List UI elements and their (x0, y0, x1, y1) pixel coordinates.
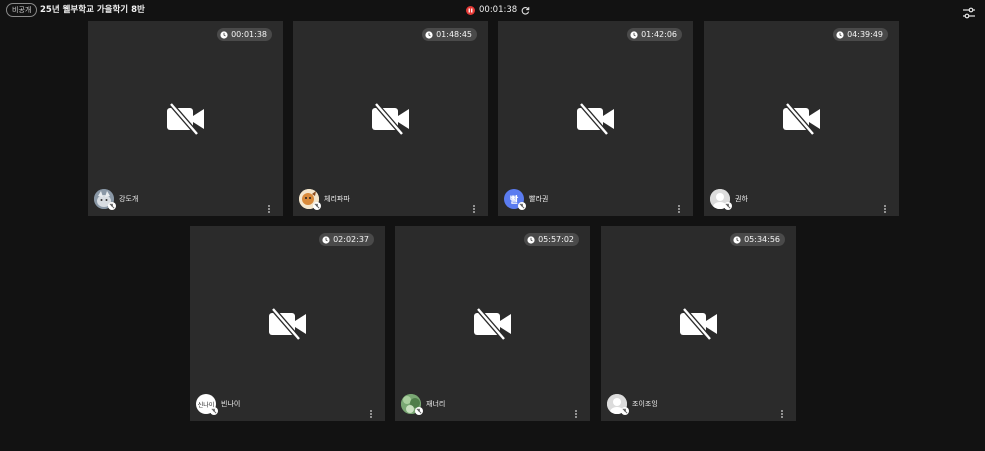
more-options-icon[interactable] (676, 199, 682, 213)
visibility-badge: 비공개 (6, 3, 38, 17)
participant-name: 빈나이 (221, 400, 241, 408)
timer-pill: 00:01:38 (217, 28, 272, 41)
video-off-icon (575, 102, 617, 136)
participant-tile[interactable]: 05:57:02 재너리 (395, 226, 590, 421)
avatar (401, 394, 423, 415)
timer-text: 05:34:56 (744, 235, 780, 244)
avatar-initial: 빨 (509, 195, 519, 206)
clock-icon (425, 30, 433, 39)
more-options-icon[interactable] (882, 199, 888, 213)
recording-time: 00:01:38 (479, 5, 518, 15)
participant-name: 강도개 (119, 195, 139, 203)
participant-name: 빨라권 (529, 195, 549, 203)
video-off-icon (370, 102, 412, 136)
video-off-icon (267, 307, 309, 341)
mic-off-icon (313, 202, 321, 210)
participant-name: 조이조잉 (632, 400, 658, 408)
recording-pause-icon[interactable] (466, 5, 475, 15)
participant-tile[interactable]: 02:02:37 신나이 빈나이 (190, 226, 385, 421)
video-off-icon (678, 307, 720, 341)
video-off-icon (781, 102, 823, 136)
more-options-icon[interactable] (368, 404, 374, 418)
avatar (94, 189, 116, 210)
participant-tile[interactable]: 00:01:38 강도개 (88, 21, 283, 216)
avatar: 신나이 (196, 394, 218, 415)
participant-name: 체리파파 (324, 195, 350, 203)
avatar (299, 189, 321, 210)
avatar: 빨 (504, 189, 526, 210)
mic-off-icon (108, 202, 116, 210)
timer-pill: 05:57:02 (524, 233, 579, 246)
more-options-icon[interactable] (266, 199, 272, 213)
more-options-icon[interactable] (779, 404, 785, 418)
clock-icon (527, 235, 535, 244)
mic-off-icon (210, 407, 218, 415)
more-options-icon[interactable] (471, 199, 477, 213)
participant-tile[interactable]: 01:42:06 빨 빨라권 (498, 21, 693, 216)
timer-pill: 02:02:37 (319, 233, 374, 246)
participant-name: 재너리 (426, 400, 446, 408)
recording-indicator: 00:01:38 (466, 4, 530, 16)
timer-text: 01:48:45 (436, 30, 472, 39)
clock-icon (733, 235, 741, 244)
timer-text: 00:01:38 (231, 30, 267, 39)
timer-pill: 05:34:56 (730, 233, 785, 246)
room-title: 25년 웰부학교 가을학기 8반 (40, 5, 145, 15)
mic-off-icon (415, 407, 423, 415)
clock-icon (630, 30, 638, 39)
participant-tile[interactable]: 05:34:56 조이조잉 (601, 226, 796, 421)
mic-off-icon (724, 202, 732, 210)
video-off-icon (472, 307, 514, 341)
clock-icon (322, 235, 330, 244)
timer-pill: 01:48:45 (422, 28, 477, 41)
refresh-icon[interactable] (521, 6, 530, 15)
participant-tile[interactable]: 04:39:49 권하 (704, 21, 899, 216)
more-options-icon[interactable] (573, 404, 579, 418)
timer-pill: 01:42:06 (627, 28, 682, 41)
participant-tile[interactable]: 01:48:45 체리파파 (293, 21, 488, 216)
avatar (607, 394, 629, 415)
timer-text: 01:42:06 (641, 30, 677, 39)
timer-text: 04:39:49 (847, 30, 883, 39)
top-bar: 비공개 25년 웰부학교 가을학기 8반 00:01:38 (0, 0, 985, 20)
clock-icon (836, 30, 844, 39)
video-off-icon (165, 102, 207, 136)
mic-off-icon (518, 202, 526, 210)
mic-off-icon (621, 407, 629, 415)
settings-sliders-icon[interactable] (962, 4, 976, 19)
avatar (710, 189, 732, 210)
participant-name: 권하 (735, 195, 748, 203)
clock-icon (220, 30, 228, 39)
timer-pill: 04:39:49 (833, 28, 888, 41)
timer-text: 02:02:37 (333, 235, 369, 244)
timer-text: 05:57:02 (538, 235, 574, 244)
